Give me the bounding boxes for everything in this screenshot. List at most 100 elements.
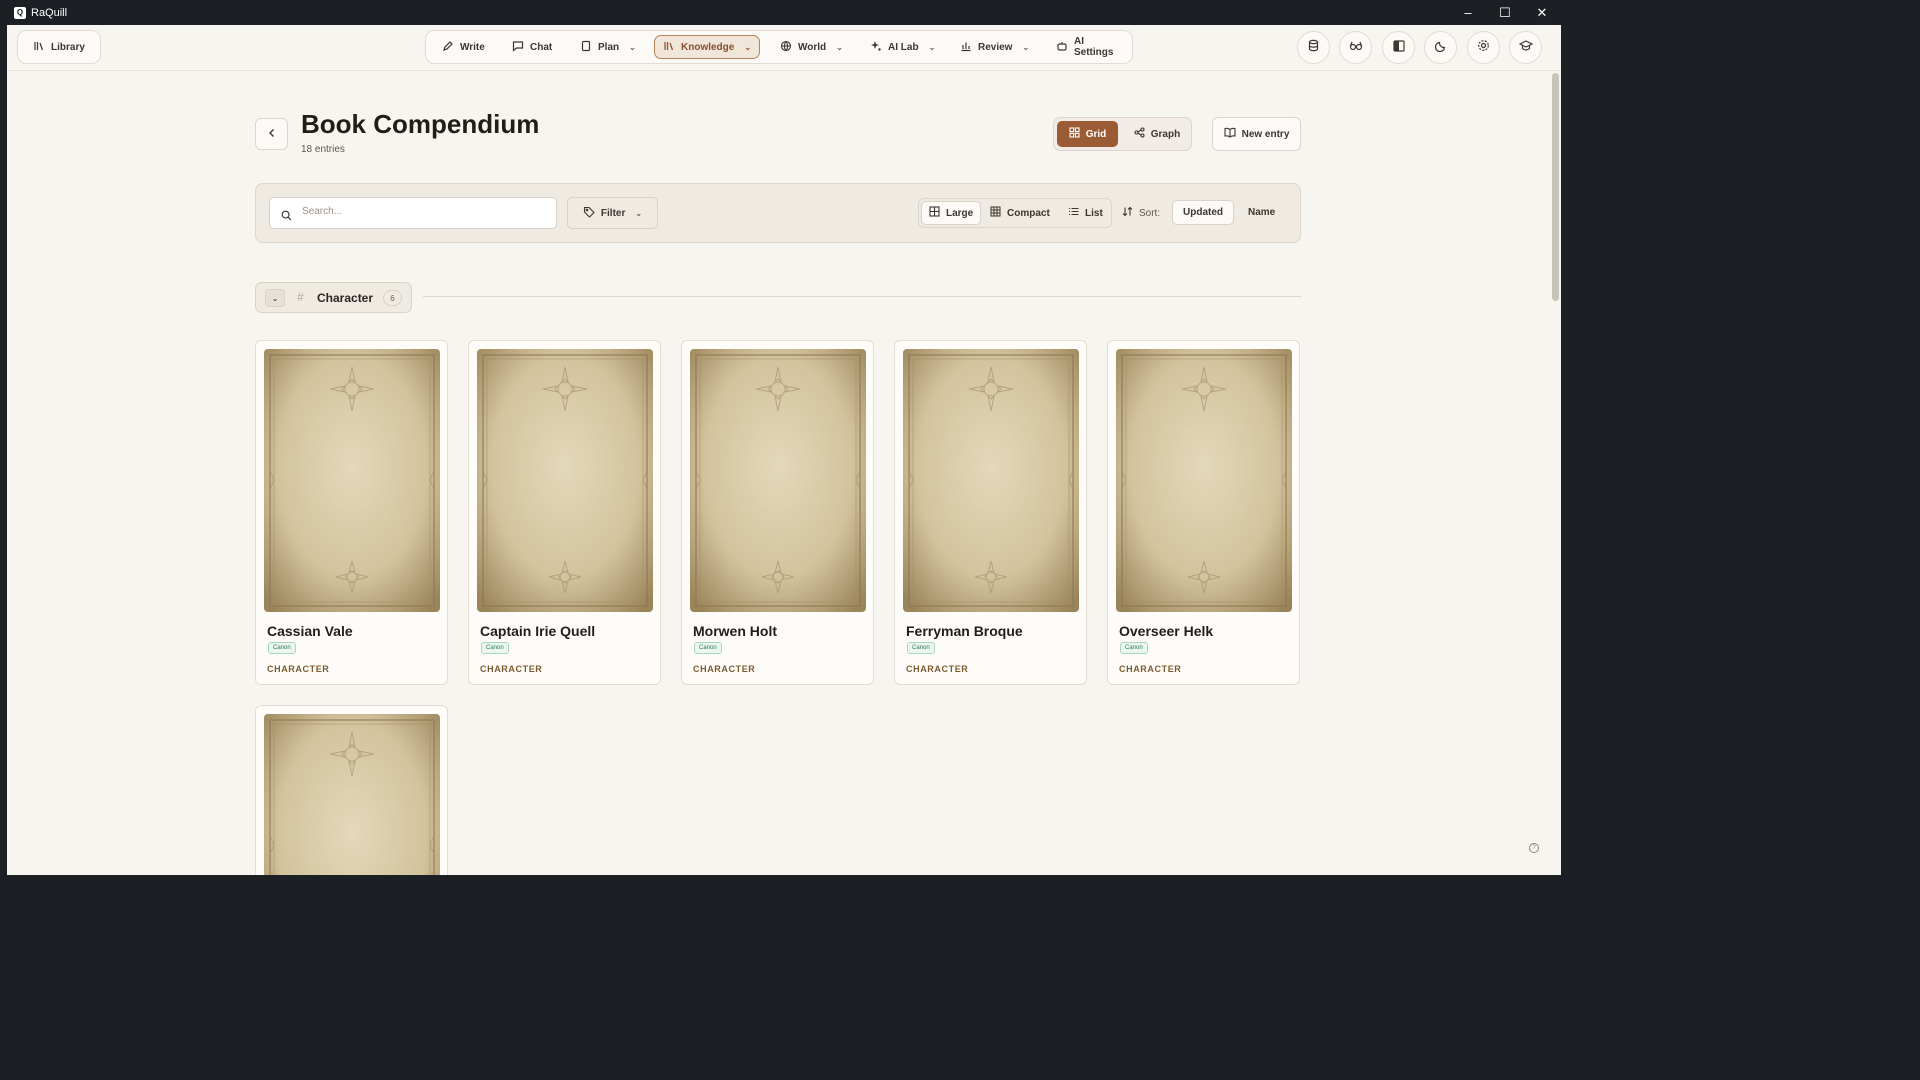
card-type-label: CHARACTER bbox=[267, 664, 330, 674]
nav-review-label: Review bbox=[978, 41, 1013, 53]
entry-card[interactable]: Ferryman Broque Canon CHARACTER bbox=[894, 340, 1087, 685]
card-title: Captain Irie Quell bbox=[480, 623, 596, 639]
canon-badge: Canon bbox=[694, 642, 722, 654]
sort-updated-button[interactable]: Updated bbox=[1172, 200, 1234, 225]
card-type-label: CHARACTER bbox=[480, 664, 543, 674]
reader-button[interactable] bbox=[1339, 31, 1372, 64]
density-compact-label: Compact bbox=[1007, 207, 1050, 219]
book-icon bbox=[580, 40, 592, 55]
card-type-label: CHARACTER bbox=[906, 664, 969, 674]
nav-world[interactable]: World ⌄ bbox=[772, 35, 851, 59]
card-title: Ferryman Broque bbox=[906, 623, 1023, 639]
sort-updated-label: Updated bbox=[1183, 207, 1223, 218]
density-large-label: Large bbox=[946, 207, 974, 219]
entry-card[interactable]: Captain Irie Quell Canon CHARACTER bbox=[468, 340, 661, 685]
card-type-label: CHARACTER bbox=[1119, 664, 1182, 674]
card-title: Overseer Helk bbox=[1119, 623, 1214, 639]
nav-ai-settings-label: AI Settings bbox=[1074, 36, 1114, 58]
nav-knowledge-label: Knowledge bbox=[681, 41, 735, 53]
density-compact-button[interactable]: Compact bbox=[983, 201, 1057, 225]
list-icon bbox=[1068, 206, 1079, 220]
filter-button[interactable]: Filter ⌄ bbox=[567, 197, 658, 229]
chevron-down-icon: ⌄ bbox=[635, 208, 643, 218]
sort-name-label: Name bbox=[1248, 207, 1276, 218]
graduation-cap-icon bbox=[1518, 39, 1533, 57]
robot-icon bbox=[1056, 40, 1068, 55]
chevron-down-icon: ⌄ bbox=[1022, 42, 1030, 52]
nav-plan[interactable]: Plan ⌄ bbox=[572, 35, 644, 59]
card-image bbox=[1116, 349, 1292, 612]
card-image bbox=[477, 349, 653, 612]
nav-ai-lab-label: AI Lab bbox=[888, 41, 919, 53]
group-divider bbox=[423, 296, 1301, 297]
tutorial-button[interactable] bbox=[1509, 31, 1542, 64]
close-window-button[interactable]: ✕ bbox=[1523, 0, 1561, 25]
library-button[interactable]: Library bbox=[17, 30, 101, 64]
help-icon[interactable]: ? bbox=[1529, 843, 1539, 853]
card-image bbox=[264, 714, 440, 875]
chevron-down-icon: ⌄ bbox=[271, 293, 279, 303]
nav-ai-lab[interactable]: AI Lab ⌄ bbox=[862, 35, 943, 59]
group-count-badge: 6 bbox=[383, 290, 402, 306]
moon-icon bbox=[1434, 39, 1447, 57]
nav-world-label: World bbox=[798, 41, 827, 53]
theme-toggle-button[interactable] bbox=[1424, 31, 1457, 64]
maximize-button[interactable]: ☐ bbox=[1486, 0, 1524, 25]
entry-card[interactable]: Cassian Vale Canon CHARACTER bbox=[255, 340, 448, 685]
graph-view-button[interactable]: Graph bbox=[1126, 121, 1188, 147]
search-input[interactable] bbox=[302, 206, 542, 217]
sort-name-button[interactable]: Name bbox=[1238, 200, 1285, 225]
sparkle-icon bbox=[870, 40, 882, 55]
minimize-button[interactable]: – bbox=[1449, 0, 1487, 25]
chevron-left-icon bbox=[267, 125, 277, 143]
settings-button[interactable] bbox=[1467, 31, 1500, 64]
grid-view-button[interactable]: Grid bbox=[1057, 121, 1118, 147]
density-large-button[interactable]: Large bbox=[921, 201, 982, 225]
globe-icon bbox=[780, 40, 792, 55]
split-view-button[interactable] bbox=[1382, 31, 1415, 64]
graph-view-label: Graph bbox=[1150, 128, 1181, 140]
density-list-label: List bbox=[1085, 207, 1103, 219]
chevron-down-icon: ⌄ bbox=[629, 42, 636, 52]
new-entry-button[interactable]: New entry bbox=[1212, 117, 1301, 151]
back-button[interactable] bbox=[255, 118, 288, 150]
entry-card[interactable]: Overseer Helk Canon CHARACTER bbox=[1107, 340, 1300, 685]
scrollbar[interactable] bbox=[1552, 73, 1559, 301]
large-grid-icon bbox=[929, 206, 940, 220]
open-book-icon bbox=[1224, 127, 1236, 141]
gear-icon bbox=[1477, 39, 1490, 57]
card-title: Morwen Holt bbox=[693, 623, 777, 639]
group-name: Character bbox=[317, 291, 374, 305]
nav-chat[interactable]: Chat bbox=[504, 35, 560, 59]
library-icon bbox=[33, 40, 45, 55]
card-image bbox=[903, 349, 1079, 612]
library-label: Library bbox=[51, 41, 85, 53]
entry-card[interactable]: Morwen Holt Canon CHARACTER bbox=[681, 340, 874, 685]
nav-ai-settings[interactable]: AI Settings bbox=[1048, 35, 1132, 59]
top-navigation: Library Write Chat Plan ⌄ Knowledge ⌄ Wo… bbox=[7, 25, 1561, 71]
density-list-button[interactable]: List bbox=[1061, 201, 1110, 225]
grid-icon bbox=[1069, 127, 1080, 141]
nav-review[interactable]: Review ⌄ bbox=[952, 35, 1037, 59]
entry-card[interactable] bbox=[255, 705, 448, 875]
collapse-button[interactable]: ⌄ bbox=[265, 289, 285, 307]
nav-write[interactable]: Write bbox=[434, 35, 493, 59]
search-box bbox=[269, 197, 557, 229]
glasses-icon bbox=[1349, 39, 1363, 57]
chevron-down-icon: ⌄ bbox=[928, 42, 936, 52]
app-logo-icon: Q bbox=[14, 6, 26, 19]
window-title: RaQuill bbox=[31, 6, 68, 19]
database-button[interactable] bbox=[1297, 31, 1330, 64]
nav-knowledge[interactable]: Knowledge ⌄ bbox=[654, 35, 761, 59]
group-header-character[interactable]: ⌄ # Character 6 bbox=[255, 282, 412, 313]
card-image bbox=[690, 349, 866, 612]
canon-badge: Canon bbox=[268, 642, 296, 654]
chevron-down-icon: ⌄ bbox=[744, 42, 752, 52]
hash-icon: # bbox=[297, 290, 304, 304]
sort-label-text: Sort: bbox=[1139, 207, 1161, 219]
search-icon bbox=[281, 208, 292, 226]
sort-icon bbox=[1122, 206, 1133, 220]
entry-count: 18 entries bbox=[301, 144, 345, 155]
split-view-icon bbox=[1392, 39, 1405, 57]
filter-label: Filter bbox=[600, 207, 626, 219]
